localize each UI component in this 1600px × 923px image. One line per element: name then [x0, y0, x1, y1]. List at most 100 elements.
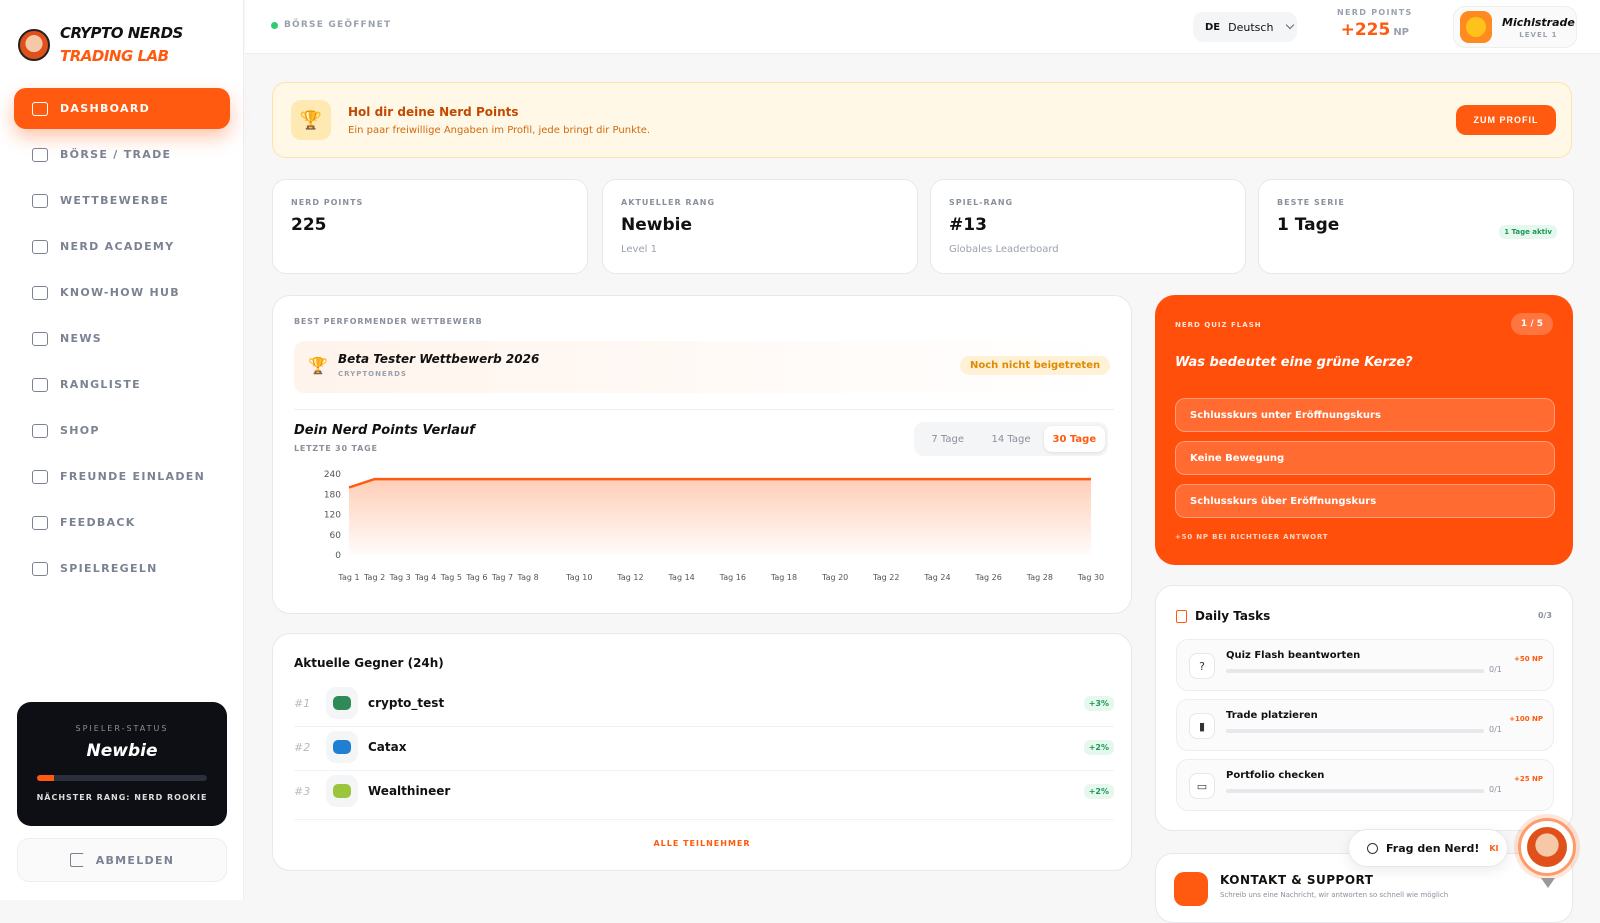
sidebar-item-dashboard[interactable]: DASHBOARD	[14, 88, 230, 129]
sidebar-item-boerse-trade[interactable]: BÖRSE / TRADE	[14, 134, 230, 175]
opponent-row[interactable]: #2 Catax +2%	[294, 725, 1114, 769]
user-level: LEVEL 1	[1519, 30, 1558, 39]
x-tick-label: Tag 12	[616, 573, 643, 582]
x-tick-label: Tag 2	[363, 573, 385, 582]
opponent-avatar	[326, 731, 358, 763]
logout-button[interactable]: ABMELDEN	[17, 838, 227, 882]
bars-icon: ▮	[1189, 713, 1215, 739]
rank-progress-bar	[37, 775, 207, 781]
newspaper-icon	[32, 331, 48, 346]
x-tick-label: Tag 20	[821, 573, 848, 582]
topbar: BÖRSE GEÖFFNET DE Deutsch NERD POINTS +2…	[245, 0, 1600, 54]
range-toggle: 7 Tage 14 Tage 30 Tage	[914, 422, 1108, 456]
task-name: Trade platzieren	[1226, 710, 1318, 721]
trophy-icon: 🏆	[291, 100, 331, 140]
quiz-label: NERD QUIZ FLASH	[1175, 321, 1262, 329]
sidebar-item-rangliste[interactable]: RANGLISTE	[14, 364, 230, 405]
sidebar-item-feedback[interactable]: FEEDBACK	[14, 502, 230, 543]
sidebar-item-label: FEEDBACK	[60, 516, 136, 529]
to-profile-button[interactable]: ZUM PROFIL	[1456, 105, 1556, 135]
nerd-points-unit: NP	[1393, 27, 1410, 38]
sidebar-item-nerd-academy[interactable]: NERD ACADEMY	[14, 226, 230, 267]
task-item[interactable]: ▮ Trade platzieren 0/1 +100 NP	[1176, 699, 1554, 751]
stat-label: NERD POINTS	[291, 198, 364, 207]
graduation-icon	[32, 239, 48, 254]
quiz-counter: 1 / 5	[1510, 313, 1553, 335]
opponent-row[interactable]: #3 Wealthineer +2%	[294, 769, 1114, 813]
range-14-days[interactable]: 14 Tage	[980, 426, 1041, 452]
brand-logo[interactable]: CRYPTO NERDS TRADING LAB	[18, 22, 183, 68]
task-progress: 0/1	[1489, 665, 1502, 674]
opponents-title: Aktuelle Gegner (24h)	[294, 656, 444, 670]
sidebar-item-wettbewerbe[interactable]: WETTBEWERBE	[14, 180, 230, 221]
ask-nerd-label: Frag den Nerd!	[1386, 841, 1480, 855]
ask-nerd-button[interactable]: Frag den Nerd! KI	[1348, 829, 1508, 867]
performance-card: BEST PERFORMENDER WETTBEWERB 🏆 Beta Test…	[272, 295, 1132, 614]
brand-line-2: TRADING LAB	[60, 47, 169, 65]
x-tick-label: Tag 18	[770, 573, 797, 582]
sidebar-item-news[interactable]: NEWS	[14, 318, 230, 359]
competition-org: CRYPTONERDS	[338, 370, 407, 378]
task-name: Quiz Flash beantworten	[1226, 650, 1361, 661]
task-item[interactable]: ? Quiz Flash beantworten 0/1 +50 NP	[1176, 639, 1554, 691]
language-select[interactable]: DE Deutsch	[1193, 12, 1297, 42]
stat-card-nerd-points: NERD POINTS 225	[272, 179, 588, 274]
sidebar-item-label: SPIELREGELN	[60, 562, 158, 575]
task-progress-bar	[1226, 729, 1484, 733]
avatar-face-icon	[1466, 17, 1486, 37]
support-title: KONTAKT & SUPPORT	[1220, 873, 1374, 887]
quiz-answer-button[interactable]: Keine Bewegung	[1175, 441, 1555, 475]
task-item[interactable]: ▭ Portfolio checken 0/1 +25 NP	[1176, 759, 1554, 811]
y-tick-label: 60	[330, 531, 342, 541]
task-points: +50 NP	[1513, 655, 1543, 663]
sidebar-item-know-how-hub[interactable]: KNOW-HOW HUB	[14, 272, 230, 313]
user-menu[interactable]: Michlstrade LEVEL 1	[1453, 6, 1577, 48]
x-tick-label: Tag 10	[565, 573, 592, 582]
mascot-logo-icon	[18, 29, 50, 61]
bag-icon	[32, 193, 48, 208]
best-competition[interactable]: 🏆 Beta Tester Wettbewerb 2026 CRYPTONERD…	[294, 341, 1114, 393]
opponent-change-badge: +2%	[1083, 739, 1114, 755]
sidebar-item-label: FREUNDE EINLADEN	[60, 470, 206, 483]
y-tick-label: 180	[324, 490, 341, 500]
sidebar-item-freunde-einladen[interactable]: FREUNDE EINLADEN	[14, 456, 230, 497]
scroll-down-icon[interactable]	[1541, 878, 1555, 888]
task-name: Portfolio checken	[1226, 770, 1325, 781]
task-progress-bar	[1226, 669, 1484, 673]
nerd-bot-button[interactable]	[1518, 818, 1576, 876]
task-progress-bar	[1226, 789, 1484, 793]
x-tick-label: Tag 6	[465, 573, 487, 582]
competition-name: Beta Tester Wettbewerb 2026	[338, 352, 540, 366]
stat-label: BESTE SERIE	[1277, 198, 1345, 207]
sidebar-item-shop[interactable]: SHOP	[14, 410, 230, 451]
sidebar-item-label: DASHBOARD	[60, 102, 151, 115]
range-30-days[interactable]: 30 Tage	[1043, 426, 1105, 452]
player-status-label: SPIELER-STATUS	[75, 724, 169, 733]
sidebar-item-spielregeln[interactable]: SPIELREGELN	[14, 548, 230, 589]
opponent-name: crypto_test	[368, 696, 445, 710]
opponent-name: Catax	[368, 740, 407, 754]
y-tick-label: 240	[324, 470, 341, 480]
sidebar-item-label: NERD ACADEMY	[60, 240, 175, 253]
robot-avatar-icon	[333, 696, 351, 710]
avatar	[1460, 11, 1492, 43]
sidebar-nav: DASHBOARD BÖRSE / TRADE WETTBEWERBE NERD…	[14, 88, 230, 594]
quiz-answer-button[interactable]: Schlusskurs unter Eröffnungskurs	[1175, 398, 1555, 432]
robot-avatar-icon	[333, 740, 351, 754]
all-participants-link[interactable]: ALLE TEILNEHMER	[273, 839, 1131, 848]
chart-icon	[32, 147, 48, 162]
history-subtitle: LETZTE 30 TAGE	[294, 444, 378, 453]
quiz-answer-button[interactable]: Schlusskurs über Eröffnungskurs	[1175, 484, 1555, 518]
quiz-flash-card: NERD QUIZ FLASH 1 / 5 Was bedeutet eine …	[1155, 295, 1573, 565]
x-tick-label: Tag 3	[389, 573, 411, 582]
opponent-rank: #1	[294, 696, 311, 710]
daily-tasks-count: 0/3	[1537, 611, 1552, 620]
opponent-row[interactable]: #1 crypto_test +3%	[294, 681, 1114, 725]
x-tick-label: Tag 28	[1026, 573, 1053, 582]
logout-icon	[69, 853, 84, 867]
range-7-days[interactable]: 7 Tage	[917, 426, 978, 452]
daily-tasks-title: Daily Tasks	[1195, 609, 1271, 623]
quiz-hint: +50 NP BEI RICHTIGER ANTWORT	[1175, 533, 1329, 541]
nerd-points-banner: 🏆 Hol dir deine Nerd Points Ein paar fre…	[272, 82, 1572, 158]
divider	[294, 819, 1114, 820]
